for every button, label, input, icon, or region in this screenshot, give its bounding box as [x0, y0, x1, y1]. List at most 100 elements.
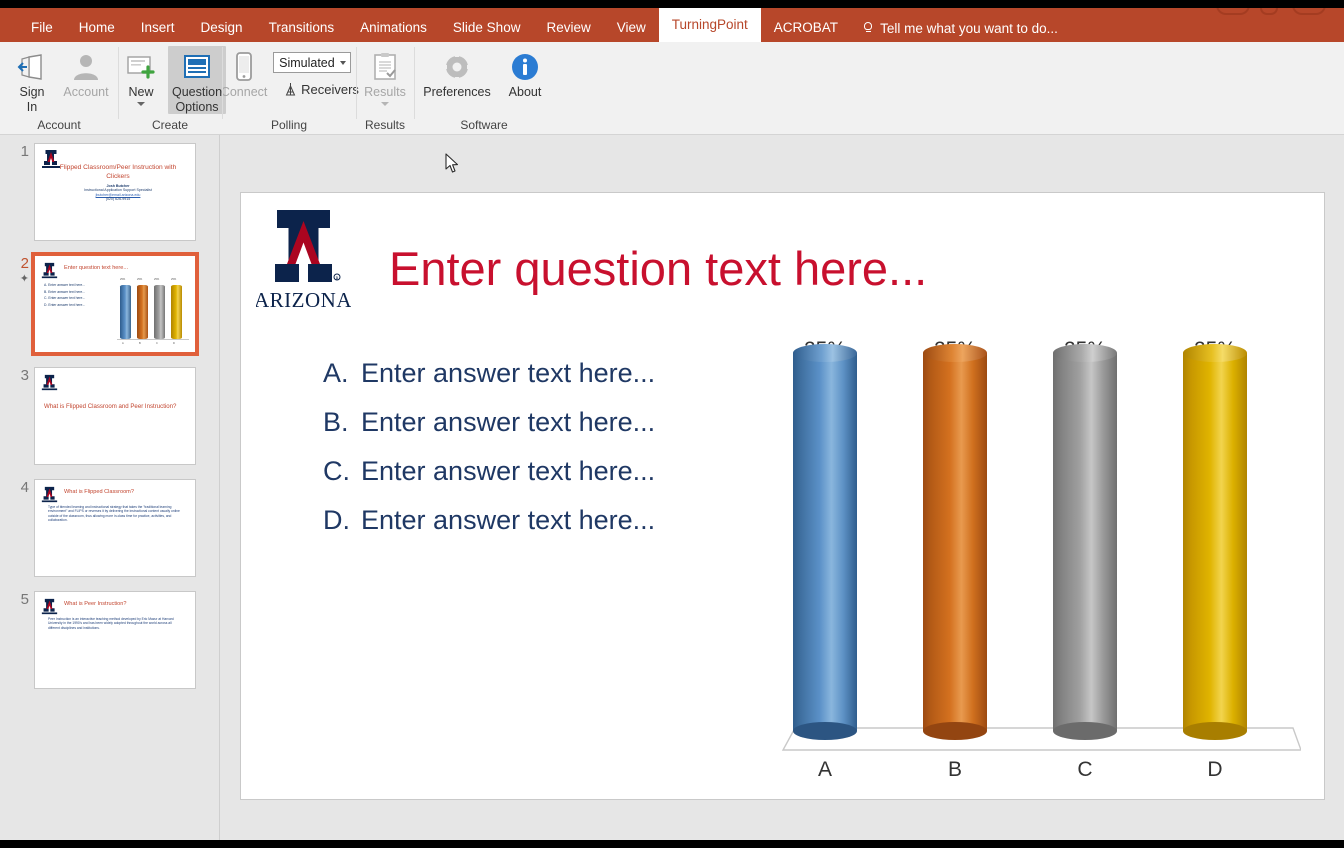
- tab-file[interactable]: File: [18, 14, 66, 42]
- about-button[interactable]: About: [498, 46, 552, 99]
- tab-transitions[interactable]: Transitions: [256, 14, 348, 42]
- bar-d: [171, 285, 182, 339]
- preferences-button[interactable]: Preferences: [416, 46, 498, 99]
- answer-letter: C.: [323, 456, 350, 486]
- cylinder-bottom: [1183, 722, 1247, 740]
- axis-label: B: [139, 342, 141, 345]
- cylinder-body: [1183, 353, 1247, 731]
- tab-insert[interactable]: Insert: [128, 14, 188, 42]
- tab-animations[interactable]: Animations: [347, 14, 440, 42]
- tab-turningpoint[interactable]: TurningPoint: [658, 8, 761, 42]
- lightbulb-icon: [863, 21, 874, 35]
- list-item[interactable]: 5 What is Peer Instruction? Peer Instruc…: [12, 591, 196, 689]
- question-title[interactable]: Enter question text here...: [389, 241, 927, 296]
- list-item[interactable]: A. Enter answer text here...: [323, 358, 793, 389]
- bar-b: [137, 285, 148, 339]
- tell-me-search[interactable]: Tell me what you want to do...: [851, 14, 1070, 42]
- account-button[interactable]: Account: [59, 46, 113, 99]
- new-button[interactable]: New: [114, 46, 168, 106]
- sign-in-icon: [17, 50, 47, 84]
- answer-list[interactable]: A. Enter answer text here... B. Enter an…: [323, 358, 793, 554]
- list-item[interactable]: 1 Flipped Classroom/Peer Instruction wit…: [12, 143, 196, 241]
- thumbnail-answer: C. Enter answer text here...: [44, 296, 86, 300]
- about-label: About: [508, 85, 542, 99]
- slide-thumbnail-4[interactable]: What is Flipped Classroom? Type of blend…: [34, 479, 196, 577]
- chart-baseline: [117, 339, 189, 340]
- cylinder-top: [1183, 344, 1247, 362]
- cylinder-top: [923, 344, 987, 362]
- chevron-down-icon[interactable]: [137, 102, 145, 106]
- preferences-label: Preferences: [423, 85, 491, 99]
- slide-thumbnail-3[interactable]: What is Flipped Classroom and Peer Instr…: [34, 367, 196, 465]
- cylinder-top: [1053, 344, 1117, 362]
- tab-label: View: [616, 20, 646, 36]
- tab-label: TurningPoint: [671, 17, 748, 33]
- thumbnail-subtitle: Josh Butcher Instructional Application S…: [65, 184, 171, 202]
- thumbnail-answer: A. Enter answer text here...: [44, 283, 86, 287]
- axis-label-d: D: [1207, 758, 1223, 781]
- current-slide[interactable]: R ARIZONA Enter question text here... A.…: [240, 192, 1325, 800]
- ribbon-group-create: New Question Options Create: [118, 42, 226, 135]
- slide-thumbnail-5[interactable]: What is Peer Instruction? Peer Instructi…: [34, 591, 196, 689]
- chevron-down-icon[interactable]: [381, 102, 389, 106]
- slide-number: 2: [20, 255, 29, 272]
- group-label-account: Account: [37, 118, 81, 132]
- tab-home[interactable]: Home: [66, 14, 128, 42]
- ribbon-tab-bar: File Home Insert Design Transitions Anim…: [0, 8, 1344, 42]
- results-chart[interactable]: 25% A 25%: [771, 338, 1311, 788]
- slide-thumbnail-1[interactable]: Flipped Classroom/Peer Instruction with …: [34, 143, 196, 241]
- sign-in-button[interactable]: Sign In: [5, 46, 59, 114]
- bar-d: [1183, 344, 1247, 740]
- thumbnail-body: Type of blended learning and instruction…: [48, 505, 180, 523]
- tab-view[interactable]: View: [604, 14, 659, 42]
- info-icon: [510, 50, 540, 84]
- tell-me-label: Tell me what you want to do...: [880, 20, 1058, 36]
- list-item[interactable]: 2 ✦ Enter question text here... A. Enter…: [12, 252, 199, 356]
- thumbnail-title: Flipped Classroom/Peer Instruction with …: [59, 164, 177, 180]
- tab-label: Slide Show: [452, 20, 521, 36]
- animation-star-icon: ✦: [19, 273, 29, 285]
- bar-a: [120, 285, 131, 339]
- cylinder-bottom: [793, 722, 857, 740]
- results-button[interactable]: Results: [358, 46, 412, 106]
- list-item[interactable]: D. Enter answer text here...: [323, 505, 793, 536]
- connect-button[interactable]: Connect: [219, 46, 269, 99]
- presenter-name: Josh Butcher: [106, 184, 130, 188]
- thumbnail-heading: What is Flipped Classroom?: [64, 489, 134, 495]
- slide-thumbnail-2[interactable]: Enter question text here... A. Enter ans…: [31, 252, 199, 356]
- connect-label: Connect: [220, 85, 268, 99]
- new-label: New: [128, 85, 154, 99]
- tab-acrobat[interactable]: ACROBAT: [761, 14, 851, 42]
- receivers-button[interactable]: Receivers: [273, 82, 359, 97]
- group-label-polling: Polling: [270, 118, 308, 132]
- list-item[interactable]: B. Enter answer text here...: [323, 407, 793, 438]
- list-item[interactable]: 4 What is Flipped Classroom? Type of ble…: [12, 479, 196, 577]
- slide-number: 4: [20, 479, 29, 496]
- slide-number: 5: [20, 591, 29, 608]
- answer-text: Enter answer text here...: [361, 456, 656, 486]
- chevron-down-icon: [340, 60, 347, 65]
- group-label-create: Create: [151, 118, 189, 132]
- tab-review[interactable]: Review: [533, 14, 603, 42]
- cylinder-bottom: [1053, 722, 1117, 740]
- phone-icon: [233, 50, 255, 84]
- tab-slide-show[interactable]: Slide Show: [440, 14, 534, 42]
- axis-label: A: [122, 342, 124, 345]
- list-item[interactable]: 3 What is Flipped Classroom and Peer Ins…: [12, 367, 196, 465]
- list-item[interactable]: C. Enter answer text here...: [323, 456, 793, 487]
- bar-c: [1053, 344, 1117, 740]
- presenter-phone: (520) 626-9915: [105, 197, 131, 202]
- slide-thumbnail-panel[interactable]: 1 Flipped Classroom/Peer Instruction wit…: [0, 135, 220, 840]
- account-label: Account: [63, 85, 109, 99]
- slide-editing-stage[interactable]: R ARIZONA Enter question text here... A.…: [221, 135, 1344, 840]
- ribbon-group-results: Results Results: [356, 42, 414, 135]
- ribbon-group-polling: Connect Simulated Receivers Polling: [219, 42, 359, 135]
- ribbon-group-software: Preferences About Software: [414, 42, 554, 135]
- mouse-cursor: [445, 153, 459, 173]
- thumbnail-heading: What is Peer Instruction?: [64, 601, 127, 607]
- axis-label-a: A: [817, 758, 832, 781]
- slide-number: 3: [20, 367, 29, 384]
- powerpoint-window: File Home Insert Design Transitions Anim…: [0, 8, 1344, 840]
- polling-mode-select[interactable]: Simulated: [273, 52, 352, 73]
- tab-design[interactable]: Design: [188, 14, 256, 42]
